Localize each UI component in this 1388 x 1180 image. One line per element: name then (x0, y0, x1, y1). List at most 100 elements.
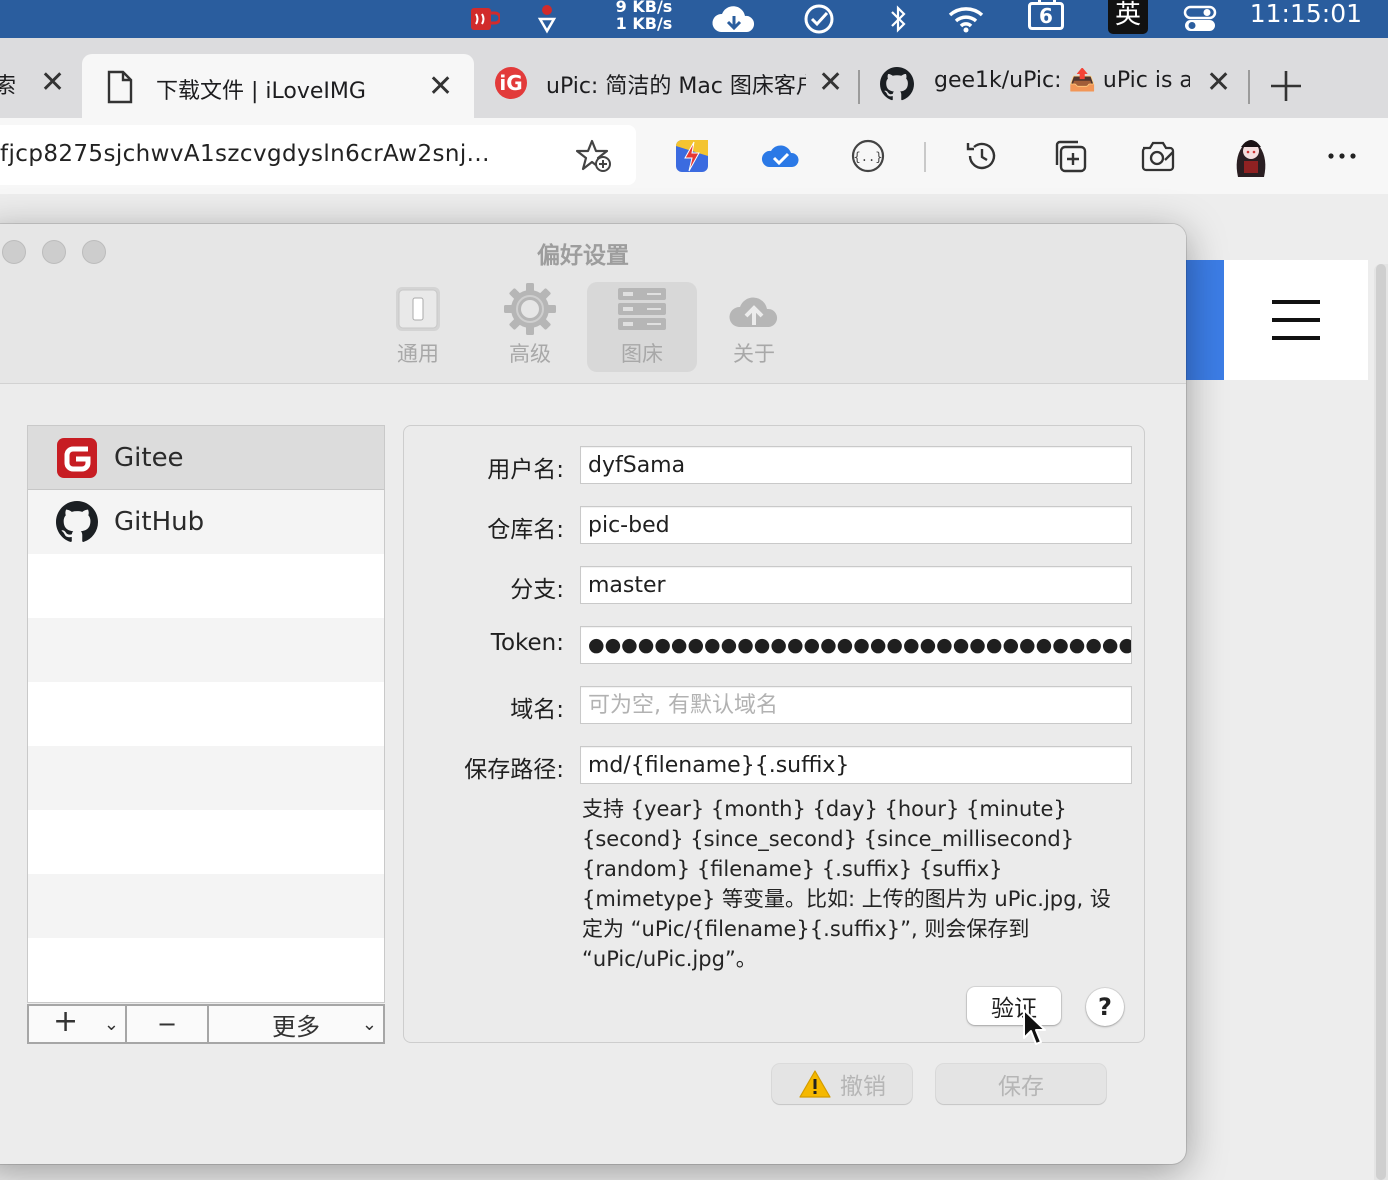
list-item[interactable]: GitHub (28, 490, 384, 554)
username-label: 用户名: (487, 457, 564, 483)
host-list-controls: + ⌄ − 更多 ⌄ (27, 1004, 385, 1044)
tab-about[interactable]: 关于 (699, 282, 809, 372)
branch-field[interactable]: master (580, 566, 1132, 604)
close-icon[interactable]: ✕ (1206, 68, 1231, 98)
host-name: GitHub (114, 507, 205, 537)
tab-image-hosting[interactable]: 图床 (587, 282, 697, 372)
empty-row (28, 810, 384, 874)
cloud-app-icon[interactable] (708, 0, 760, 38)
remove-host-button[interactable]: − (127, 1006, 209, 1042)
preferences-window: 偏好设置 通用 高级 图床 关于 Gitee GitHub + ⌄ − 更多 ⌄… (0, 224, 1186, 1164)
gear-icon (503, 282, 557, 336)
browser-tab-strip: 索 ✕ 下载文件 | iLoveIMG ✕ iG uPic: 简洁的 Mac 图… (0, 38, 1388, 120)
page-scrollbar[interactable] (1374, 264, 1388, 1180)
bluetooth-icon[interactable] (884, 0, 912, 38)
tab-label: 高级 (509, 342, 551, 366)
chevron-down-icon: ⌄ (103, 1014, 119, 1035)
lightning-extension-icon[interactable] (672, 136, 712, 176)
tab-title: 索 (0, 74, 17, 99)
token-field[interactable]: ●●●●●●●●●●●●●●●●●●●●●●●●●●●●●●●●●● (580, 626, 1132, 664)
collections-icon[interactable] (1050, 136, 1090, 176)
token-row: Token: ●●●●●●●●●●●●●●●●●●●●●●●●●●●●●●●●●… (404, 626, 1146, 666)
onedrive-icon[interactable] (760, 136, 800, 176)
tab-github[interactable]: gee1k/uPic: 📤 uPic is a ✕ (870, 54, 1240, 112)
tab-search[interactable]: 索 ✕ (0, 54, 80, 112)
coffee-cup-icon[interactable] (462, 0, 504, 38)
tab-general[interactable]: 通用 (363, 282, 473, 372)
switch-icon (395, 282, 441, 336)
upic-icon: iG (494, 66, 528, 104)
tab-divider (858, 70, 860, 104)
save-path-field[interactable]: md/{filename}{.suffix} (580, 746, 1132, 784)
check-circle-icon[interactable] (800, 0, 838, 38)
json-extension-icon[interactable]: {..} (848, 136, 888, 176)
chevron-down-icon: ⌄ (361, 1014, 377, 1035)
document-icon (106, 70, 134, 108)
favorite-add-icon[interactable] (575, 139, 612, 177)
hamburger-line (1272, 318, 1320, 322)
hamburger-menu-button[interactable] (1224, 260, 1368, 380)
branch-row: 分支: master (404, 566, 1146, 606)
window-titlebar: 偏好设置 通用 高级 图床 关于 (0, 224, 1186, 384)
empty-row (28, 618, 384, 682)
host-list[interactable]: Gitee GitHub (27, 425, 385, 1003)
hamburger-line (1272, 336, 1320, 340)
repo-field[interactable]: pic-bed (580, 506, 1132, 544)
empty-row (28, 938, 384, 1002)
token-label: Token: (490, 630, 564, 656)
screenshot-icon[interactable] (1138, 136, 1178, 176)
more-menu-icon[interactable] (1322, 136, 1362, 176)
input-method-indicator[interactable]: 英 (1108, 0, 1148, 34)
close-icon[interactable]: ✕ (818, 68, 843, 98)
host-name: Gitee (114, 442, 184, 473)
domain-field[interactable]: 可为空, 有默认域名 (580, 686, 1132, 724)
domain-label: 域名: (510, 697, 564, 723)
help-button[interactable]: ? (1086, 988, 1124, 1026)
avatar[interactable] (1228, 132, 1274, 178)
macos-menu-bar: 9 KB/s 1 KB/s 6 英 11:15:01 (0, 0, 1388, 38)
tab-divider (1248, 70, 1250, 104)
tab-label: 图床 (621, 342, 663, 366)
tab-advanced[interactable]: 高级 (475, 282, 585, 372)
server-icon (617, 282, 667, 336)
history-icon[interactable] (962, 136, 1002, 176)
calendar-icon[interactable]: 6 (1028, 0, 1064, 30)
control-center-icon[interactable] (1180, 0, 1220, 38)
list-item[interactable]: Gitee (28, 426, 384, 490)
network-speed: 9 KB/s 1 KB/s (615, 0, 673, 33)
new-tab-button[interactable] (1268, 68, 1304, 104)
save-button[interactable]: 保存 (936, 1064, 1106, 1104)
wifi-icon[interactable] (944, 0, 988, 38)
hamburger-line (1272, 300, 1320, 304)
close-icon[interactable]: ✕ (40, 68, 65, 98)
repo-row: 仓库名: pic-bed (404, 506, 1146, 546)
address-bar[interactable]: fjcp8275sjchwvA1szcvgdysln6crAw2snj... (0, 125, 636, 185)
cloud-upload-icon (727, 282, 781, 336)
domain-row: 域名: 可为空, 有默认域名 (404, 686, 1146, 726)
scrollbar-thumb[interactable] (1376, 264, 1386, 1180)
download-status-icon[interactable] (532, 0, 562, 38)
path-help-text: 支持 {year} {month} {day} {hour} {minute} … (582, 797, 1111, 971)
tab-title: gee1k/uPic: 📤 uPic is a (934, 68, 1190, 93)
tab-title: 下载文件 | iLoveIMG (156, 79, 366, 104)
add-host-button[interactable]: + ⌄ (29, 1004, 127, 1042)
tab-iloveimg[interactable]: 下载文件 | iLoveIMG ✕ (82, 54, 474, 120)
tab-upic[interactable]: iG uPic: 简洁的 Mac 图床客户端 ✕ (486, 54, 856, 112)
github-icon (56, 501, 98, 543)
save-path-label: 保存路径: (464, 757, 564, 783)
svg-text:iG: iG (499, 71, 522, 95)
username-field[interactable]: dyfSama (580, 446, 1132, 484)
page-blue-button[interactable] (1180, 260, 1224, 380)
github-icon (880, 67, 914, 105)
menubar-clock[interactable]: 11:15:01 (1250, 0, 1362, 30)
more-menu-button[interactable]: 更多 ⌄ (209, 1006, 383, 1042)
window-title: 偏好设置 (537, 243, 629, 269)
empty-row (28, 874, 384, 938)
branch-label: 分支: (510, 577, 564, 603)
tab-title: uPic: 简洁的 Mac 图床客户端 (546, 74, 806, 99)
browser-toolbar: fjcp8275sjchwvA1szcvgdysln6crAw2snj... {… (0, 118, 1388, 194)
close-icon[interactable]: ✕ (428, 72, 453, 102)
toolbar-divider (924, 142, 926, 172)
undo-button[interactable]: 撤销 (772, 1064, 912, 1104)
gitee-icon (56, 437, 98, 479)
